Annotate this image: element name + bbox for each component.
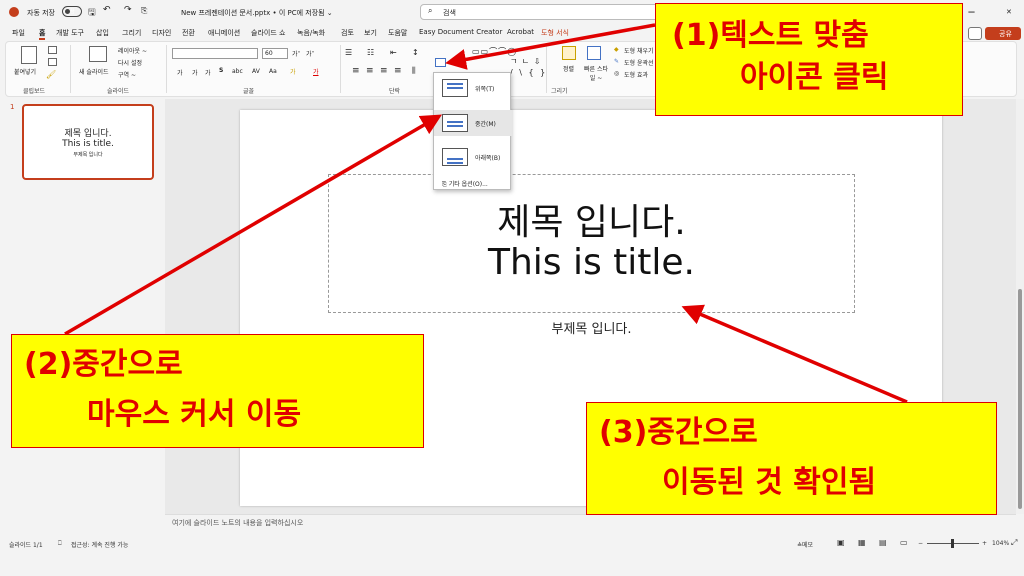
callout-step1: (1)텍스트 맞춤 아이콘 클릭 [655,3,963,116]
callout-step3-line1: (3)중간으로 [599,415,758,450]
callout-step3-line2: 이동된 것 확인됨 [662,465,877,500]
arrow-to-slide-title [681,304,908,404]
callout-step3: (3)중간으로 이동된 것 확인됨 [586,402,997,515]
callout-step1-line1: (1)텍스트 맞춤 [672,18,869,53]
arrow-to-middle-option [64,114,443,336]
callout-step2-line2: 마우스 커서 이동 [87,397,302,432]
callout-step2-line1: (2)중간으로 [24,347,183,382]
callout-step1-line2: 아이콘 클릭 [740,60,889,95]
callout-step2: (2)중간으로 마우스 커서 이동 [11,334,424,448]
arrow-to-align-icon [445,23,656,70]
